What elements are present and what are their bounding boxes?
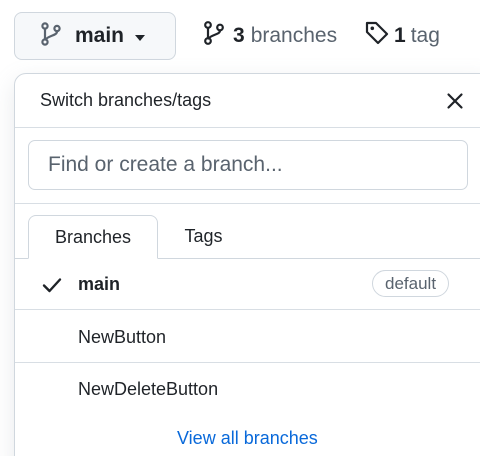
default-badge: default — [372, 270, 450, 297]
branch-name: NewButton — [78, 326, 167, 347]
branches-count-link[interactable]: 3 branches — [203, 20, 337, 52]
panel-header: Switch branches/tags — [15, 74, 480, 128]
branch-filter-input[interactable] — [28, 140, 468, 190]
tags-count-link[interactable]: 1 tag — [364, 20, 440, 52]
tags-word: tag — [410, 24, 440, 47]
branch-name: main — [78, 273, 121, 294]
branches-word: branches — [250, 24, 338, 47]
branch-item-newbutton[interactable]: NewButton — [15, 312, 480, 363]
branch-name: NewDeleteButton — [78, 379, 219, 399]
branch-item-main[interactable]: main default — [15, 259, 480, 310]
tab-tags[interactable]: Tags — [158, 215, 249, 258]
git-branch-icon — [203, 20, 225, 52]
branch-select-button[interactable]: main — [14, 12, 176, 60]
tag-icon — [364, 20, 390, 52]
branches-count: 3 — [233, 24, 245, 47]
panel-title: Switch branches/tags — [40, 90, 212, 110]
current-branch-label: main — [75, 24, 125, 47]
triangle-down-icon — [135, 35, 146, 41]
branch-tag-tabs: Branches Tags — [15, 215, 480, 259]
tab-branches[interactable]: Branches — [28, 215, 158, 259]
branch-item-newdeletebutton[interactable]: NewDeleteButton — [15, 364, 480, 415]
view-all-branches-link[interactable]: View all branches — [177, 428, 318, 449]
git-branch-icon — [41, 21, 61, 51]
check-icon — [41, 274, 63, 296]
switch-branches-panel: Switch branches/tags Branches Tags main … — [14, 73, 480, 456]
x-icon[interactable] — [443, 89, 467, 113]
tags-count: 1 — [394, 24, 406, 47]
filter-section — [15, 128, 480, 204]
branch-switcher-screen: main 3 branches 1 tag Switch branches/ta… — [0, 0, 480, 456]
